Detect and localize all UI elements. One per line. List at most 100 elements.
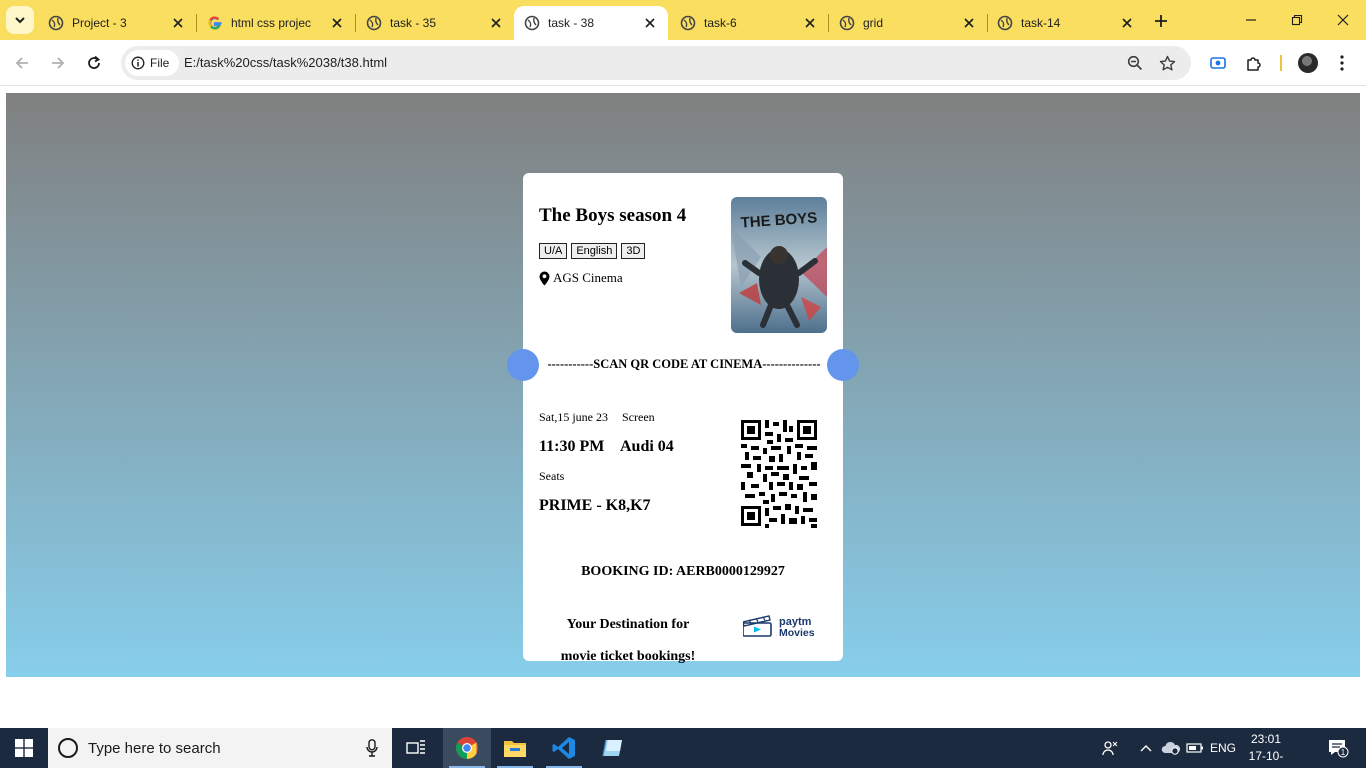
search-placeholder: Type here to search <box>88 739 221 757</box>
globe-icon <box>48 15 64 31</box>
taskbar-search[interactable]: Type here to search <box>48 728 392 768</box>
close-icon[interactable] <box>329 15 345 31</box>
browser-tab-strip: Project - 3 html css projec task - 35 ta… <box>0 0 1366 40</box>
url-text[interactable]: E:/task%20css/task%2038/t38.html <box>184 55 387 70</box>
people-tray-button[interactable] <box>1098 728 1122 768</box>
tab-label: task - 35 <box>390 16 437 30</box>
tagline-line-2: movie ticket bookings! <box>560 649 696 664</box>
taskbar-clock[interactable]: 23:01 17-10-2024 <box>1236 731 1296 782</box>
ticket-notch-left <box>507 349 539 381</box>
tab-label: task-6 <box>704 16 737 30</box>
site-info-chip[interactable]: File <box>125 50 180 76</box>
address-bar[interactable]: File E:/task%20css/task%2038/t38.html <box>121 46 1191 80</box>
puzzle-icon <box>1247 57 1261 71</box>
reload-icon <box>88 55 101 69</box>
back-button[interactable] <box>8 49 36 77</box>
scan-qr-divider: -----------SCAN QR CODE AT CINEMA-------… <box>547 357 821 371</box>
qr-code <box>741 420 817 528</box>
format-badge[interactable]: 3D <box>621 243 646 259</box>
tab-label: task - 38 <box>548 16 595 30</box>
language-indicator[interactable]: ENG <box>1208 728 1238 768</box>
toolbar-divider <box>1280 55 1282 71</box>
action-center-button[interactable]: 1 <box>1318 728 1358 768</box>
extensions-button[interactable] <box>1242 51 1266 75</box>
close-icon[interactable] <box>642 15 658 31</box>
profile-button[interactable] <box>1296 51 1320 75</box>
reload-button[interactable] <box>80 49 108 77</box>
taskbar-app-4[interactable] <box>589 728 637 768</box>
close-window-button[interactable] <box>1320 0 1366 40</box>
minimize-button[interactable] <box>1228 0 1274 40</box>
close-icon[interactable] <box>802 15 818 31</box>
battery-icon <box>1186 743 1203 753</box>
forward-button[interactable] <box>44 49 72 77</box>
close-icon[interactable] <box>170 15 186 31</box>
task-view-button[interactable] <box>392 728 440 768</box>
people-icon <box>1102 741 1118 756</box>
media-icon <box>1210 57 1226 69</box>
show-hidden-icons-button[interactable] <box>1136 728 1156 768</box>
site-info-label: File <box>150 56 170 70</box>
tab-task-35[interactable]: task - 35 <box>356 6 514 40</box>
logo-movies-text: Movies <box>779 627 815 639</box>
bookmark-button[interactable] <box>1157 53 1177 73</box>
tab-task-6[interactable]: task-6 <box>670 6 829 40</box>
globe-icon <box>366 15 382 31</box>
notification-count: 1 <box>1341 748 1346 757</box>
venue: AGS Cinema <box>539 270 623 286</box>
tab-task-14[interactable]: task-14 <box>987 6 1145 40</box>
globe-icon <box>680 15 696 31</box>
chrome-icon <box>456 737 478 759</box>
tab-label: grid <box>863 16 884 30</box>
kebab-menu-icon <box>1340 55 1344 71</box>
globe-icon <box>839 15 855 31</box>
microphone-icon[interactable] <box>366 739 378 757</box>
menu-button[interactable] <box>1330 51 1354 75</box>
globe-icon <box>524 15 540 31</box>
tab-grid[interactable]: grid <box>829 6 988 40</box>
notification-icon: 1 <box>1329 740 1349 758</box>
chevron-up-icon <box>1140 745 1152 752</box>
taskbar-file-explorer[interactable] <box>491 728 539 768</box>
tab-search-button[interactable] <box>6 6 34 34</box>
new-tab-button[interactable] <box>1150 10 1172 32</box>
cast-button[interactable] <box>1206 51 1230 75</box>
restore-button[interactable] <box>1274 0 1320 40</box>
chevron-down-icon <box>15 17 25 24</box>
taskbar-vscode[interactable] <box>540 728 588 768</box>
screen-label: Screen <box>622 410 655 424</box>
tagline: Your Destination for movie ticket bookin… <box>543 609 713 673</box>
paytm-movies-logo: paytm Movies <box>743 615 815 639</box>
clock-time: 23:01 <box>1250 732 1282 746</box>
movie-title: The Boys season 4 <box>539 205 687 226</box>
start-button[interactable] <box>0 728 48 768</box>
search-icon <box>58 738 78 758</box>
tab-task-38[interactable]: task - 38 <box>514 6 668 40</box>
vscode-icon <box>552 737 575 759</box>
tab-label: Project - 3 <box>72 16 127 30</box>
close-icon[interactable] <box>1119 15 1135 31</box>
booking-id: BOOKING ID: AERB0000129927 <box>581 564 785 579</box>
notepad-icon <box>602 739 622 757</box>
close-icon[interactable] <box>488 15 504 31</box>
taskbar-chrome[interactable] <box>443 728 491 768</box>
google-icon <box>208 16 222 30</box>
zoom-out-icon <box>1127 55 1143 71</box>
clock-date: 17-10-2024 <box>1248 749 1284 780</box>
tab-html-css-project[interactable]: html css projec <box>197 6 356 40</box>
tab-label: task-14 <box>1021 16 1061 30</box>
show-date: Sat,15 june 23 <box>539 410 608 424</box>
windows-taskbar: Type here to search ENG 23:01 17-10-2024 <box>0 728 1366 780</box>
battery-tray-button[interactable] <box>1184 728 1206 768</box>
onedrive-tray-button[interactable] <box>1160 728 1182 768</box>
plus-icon <box>1155 15 1167 27</box>
cloud-icon <box>1161 741 1181 755</box>
folder-icon <box>504 741 526 757</box>
zoom-button[interactable] <box>1125 53 1145 73</box>
tab-project-3[interactable]: Project - 3 <box>38 6 197 40</box>
close-icon[interactable] <box>961 15 977 31</box>
web-page: The Boys season 4 U/A English 3D AGS Cin… <box>0 87 1366 728</box>
language-badge[interactable]: English <box>571 243 618 259</box>
info-icon <box>131 56 145 70</box>
rating-badge[interactable]: U/A <box>539 243 568 259</box>
